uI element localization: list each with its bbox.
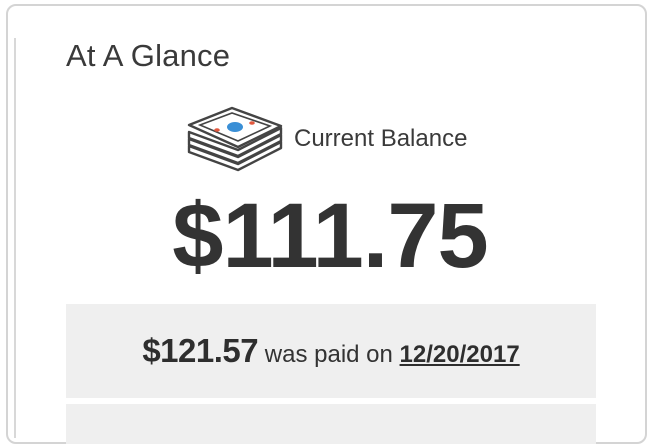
last-payment-connector: was paid on [264,341,393,368]
card-title: At A Glance [66,38,231,73]
next-panel [66,404,596,444]
current-balance-label: Current Balance [294,125,468,152]
last-payment-panel: $121.57 was paid on 12/20/2017 [66,304,596,398]
last-payment-date-link[interactable]: 12/20/2017 [400,341,520,368]
money-stack-icon [187,106,283,172]
current-balance-amount: $111.75 [172,185,488,287]
last-payment-line: $121.57 was paid on 12/20/2017 [142,332,519,370]
last-payment-amount: $121.57 [142,332,259,369]
current-balance-header: Current Balance [186,104,467,174]
